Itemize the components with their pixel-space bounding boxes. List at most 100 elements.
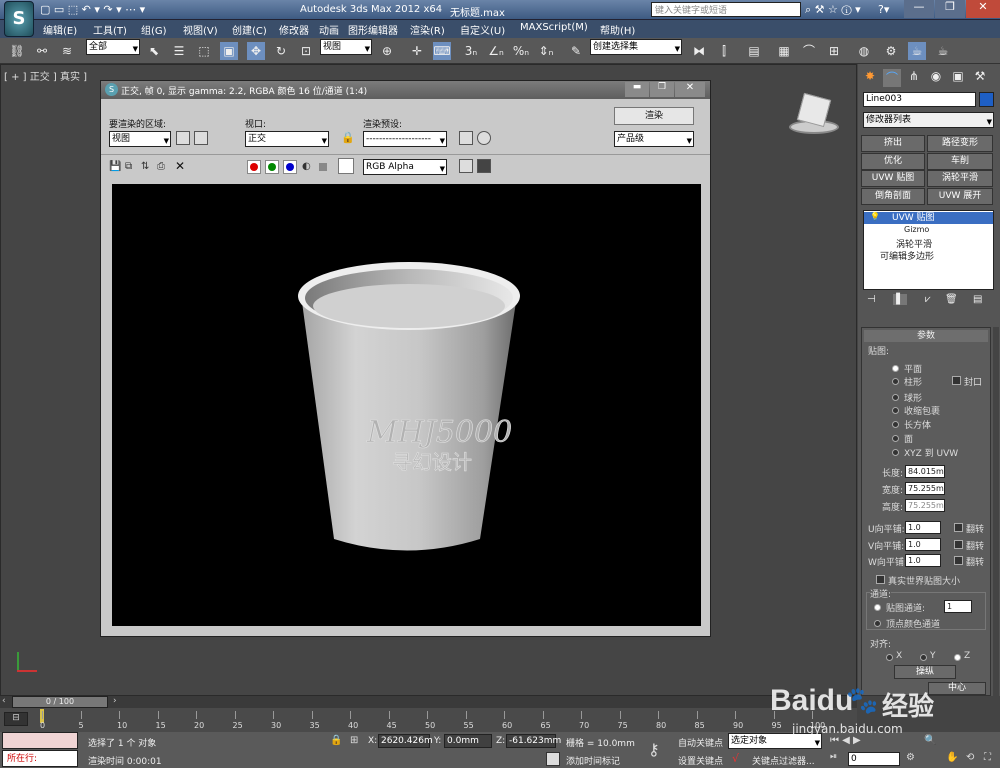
toggle-ui-icon[interactable] xyxy=(477,159,491,173)
blue-channel-icon[interactable] xyxy=(283,160,297,174)
key-mode-icon[interactable]: ⚷ xyxy=(648,740,660,759)
menu-help[interactable]: 帮助(H) xyxy=(600,22,635,37)
u-flip-checkbox[interactable] xyxy=(954,523,963,532)
cap-checkbox[interactable] xyxy=(952,376,961,385)
menu-tools[interactable]: 工具(T) xyxy=(93,22,127,37)
render-window-maximize[interactable]: ❐ xyxy=(650,82,674,97)
lock-icon[interactable]: 🔒 xyxy=(341,131,355,144)
select-object-icon[interactable]: ⬉ xyxy=(145,42,163,60)
radio-shrink-wrap[interactable] xyxy=(892,407,899,414)
viewcube[interactable] xyxy=(786,90,844,135)
schematic-view-icon[interactable]: ⊞ xyxy=(825,42,843,60)
monochrome-icon[interactable] xyxy=(319,163,327,171)
close-button[interactable]: ✕ xyxy=(966,0,1000,18)
v-flip-checkbox[interactable] xyxy=(954,540,963,549)
mirror-icon[interactable]: ⧓ xyxy=(690,42,708,60)
render-window-minimize[interactable]: ▬ xyxy=(625,82,649,97)
time-slider[interactable]: ‹ 0 / 100 › xyxy=(0,696,857,708)
real-world-checkbox[interactable] xyxy=(876,575,885,584)
make-unique-icon[interactable]: ⩗ xyxy=(925,294,931,305)
alpha-channel-icon[interactable]: ◐ xyxy=(302,161,311,172)
y-coordinate-field[interactable]: 0.0mm xyxy=(444,734,492,748)
render-setup-small-icon[interactable] xyxy=(459,131,473,145)
layer-manager-icon[interactable]: ▤ xyxy=(745,42,763,60)
manipulate-button[interactable]: 操纵 xyxy=(894,665,956,679)
quick-access-icons[interactable]: ▢ ▭ ⬚ ↶ ▾ ↷ ▾ ⋯ ▾ xyxy=(40,3,145,16)
angle-snap-icon[interactable]: ∠ₙ xyxy=(487,42,505,60)
area-dropdown[interactable]: 视图 ▼ xyxy=(109,131,171,147)
radio-xyz-to-uvw[interactable] xyxy=(892,449,899,456)
render-canvas[interactable]: MHJ5000 寻幻设计 xyxy=(112,184,701,626)
print-icon[interactable]: ⎙ xyxy=(157,161,165,172)
red-channel-icon[interactable] xyxy=(247,160,261,174)
radio-spherical[interactable] xyxy=(892,394,899,401)
keyboard-shortcut-icon[interactable]: ⌨ xyxy=(433,42,451,60)
edit-region-icon[interactable] xyxy=(176,131,190,145)
maxscript-mini-listener[interactable]: 所在行: xyxy=(2,750,78,767)
radio-align-y[interactable] xyxy=(920,654,927,661)
named-selection-dropdown[interactable]: 创建选择集 ▼ xyxy=(590,39,682,55)
app-logo-icon[interactable]: S xyxy=(4,1,34,37)
preset-dropdown[interactable]: -------------------- ▼ xyxy=(363,131,447,147)
search-input[interactable]: 键入关键字或短语 xyxy=(651,2,801,17)
v-tile-spinner[interactable]: 1.0 xyxy=(905,538,941,551)
select-move-icon[interactable]: ✥ xyxy=(247,42,265,60)
map-channel-spinner[interactable]: 1 xyxy=(944,600,972,613)
radio-vertex-color-channel[interactable] xyxy=(874,620,881,627)
radio-align-x[interactable] xyxy=(886,654,893,661)
pivot-center-icon[interactable]: ⊕ xyxy=(378,42,396,60)
help-tool-icons[interactable]: ⌕ ⚒ ☆ ⓘ ▾ xyxy=(805,3,861,17)
channel-dropdown[interactable]: RGB Alpha ▼ xyxy=(363,159,447,175)
track-bar[interactable]: ⊟ 0 5 10 15 20 25 30 35 40 45 50 55 60 65 70 75 80 85 90 95… xyxy=(0,708,857,732)
window-crossing-icon[interactable]: ▣ xyxy=(220,42,238,60)
frame-field-icon[interactable]: ⏯ xyxy=(830,752,837,762)
configure-sets-icon[interactable]: ▤ xyxy=(973,294,982,305)
radio-box[interactable] xyxy=(892,421,899,428)
maxscript-listener[interactable] xyxy=(2,732,78,749)
swatch-icon[interactable] xyxy=(338,158,354,174)
set-lathe-button[interactable]: 车削 xyxy=(927,153,993,170)
height-spinner[interactable]: 75.255m xyxy=(905,499,945,512)
set-key-icon[interactable]: √ xyxy=(732,752,739,765)
env-effects-icon[interactable] xyxy=(477,131,491,145)
select-rotate-icon[interactable]: ↻ xyxy=(272,42,290,60)
show-end-result-icon[interactable]: ▌ xyxy=(893,294,907,305)
radio-cylindrical[interactable] xyxy=(892,378,899,385)
radio-map-channel[interactable] xyxy=(874,604,881,611)
material-editor-icon[interactable]: ◍ xyxy=(855,42,873,60)
link-icon[interactable]: ⛓ xyxy=(8,42,26,60)
menu-modifiers[interactable]: 修改器 xyxy=(279,22,309,37)
select-scale-icon[interactable]: ⊡ xyxy=(297,42,315,60)
radio-planar[interactable] xyxy=(892,365,899,372)
nav-zoom-icon[interactable]: 🔍 xyxy=(924,735,936,746)
time-slider-prev[interactable]: ‹ xyxy=(2,696,6,706)
utilities-tab-icon[interactable]: ⚒ xyxy=(971,69,989,87)
menu-edit[interactable]: 编辑(E) xyxy=(43,22,77,37)
manipulate-icon[interactable]: ✛ xyxy=(408,42,426,60)
create-tab-icon[interactable]: ✸ xyxy=(861,69,879,87)
playback-controls[interactable]: ⏮ ◀ ▶ xyxy=(830,735,861,746)
menu-animation[interactable]: 动画 xyxy=(319,22,339,37)
time-slider-next[interactable]: › xyxy=(113,696,117,706)
viewport-dropdown[interactable]: 正交 ▼ xyxy=(245,131,329,147)
curve-editor-icon[interactable]: ⌒ xyxy=(800,42,818,60)
set-uvw-map-button[interactable]: UVW 贴图 xyxy=(861,170,925,187)
add-time-tag[interactable]: 添加时间标记 xyxy=(566,754,620,767)
w-flip-checkbox[interactable] xyxy=(954,556,963,565)
set-path-deform-button[interactable]: 路径变形 xyxy=(927,135,993,152)
time-tag-icon[interactable] xyxy=(546,752,560,766)
z-coordinate-field[interactable]: -61.623mm xyxy=(506,734,561,748)
panel-scrollbar[interactable] xyxy=(993,327,999,696)
selection-lock-icon[interactable]: 🔒 xyxy=(330,735,342,746)
select-by-name-icon[interactable]: ☰ xyxy=(170,42,188,60)
menu-views[interactable]: 视图(V) xyxy=(183,22,218,37)
remove-modifier-icon[interactable]: 🗑 xyxy=(945,294,958,305)
save-image-icon[interactable]: 💾 xyxy=(109,161,121,172)
clone-window-icon[interactable]: ⧉ xyxy=(125,161,132,172)
rendered-frame-window-icon[interactable]: ☕ xyxy=(908,42,926,60)
selection-filter-dropdown[interactable]: 全部 ▼ xyxy=(86,39,140,55)
menu-customize[interactable]: 自定义(U) xyxy=(460,22,505,37)
modify-tab-icon[interactable]: ⌒ xyxy=(883,69,901,87)
green-channel-icon[interactable] xyxy=(265,160,279,174)
snaps-toggle-icon[interactable]: 3ₙ xyxy=(462,42,480,60)
